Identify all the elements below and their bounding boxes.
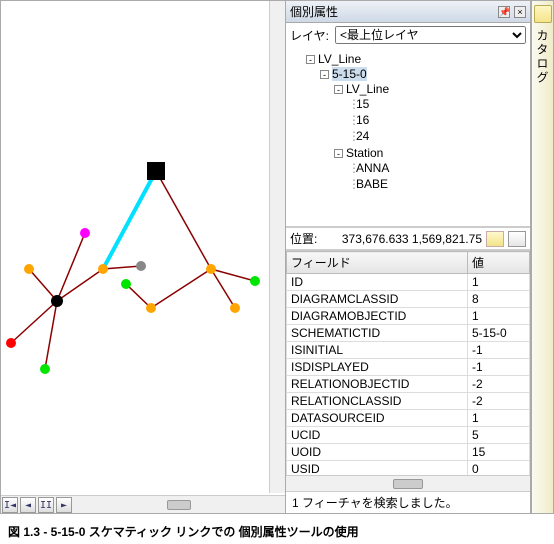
zoom-icon[interactable] xyxy=(508,231,526,247)
tree-leaf[interactable]: ⋮16 xyxy=(348,112,524,128)
tree-root[interactable]: LV_Line xyxy=(318,52,361,66)
table-row[interactable]: ID1 xyxy=(287,274,530,291)
table-row[interactable]: ISDISPLAYED-1 xyxy=(287,359,530,376)
canvas-vscroll[interactable] xyxy=(269,1,285,493)
tree-leaf[interactable]: ⋮ANNA xyxy=(348,160,524,176)
canvas-hscroll[interactable] xyxy=(73,496,285,513)
tree-view[interactable]: -LV_Line -5-15-0 -LV_Line ⋮15⋮16⋮24 -Sta… xyxy=(286,47,530,227)
tree-node-lvline[interactable]: LV_Line xyxy=(346,82,389,96)
location-coords: 373,676.633 1,569,821.75 xyxy=(342,232,482,246)
tree-leaf[interactable]: ⋮15 xyxy=(348,96,524,112)
tree-leaf[interactable]: ⋮24 xyxy=(348,128,524,144)
side-tab-label[interactable]: カタログ xyxy=(534,29,551,85)
table-row[interactable]: RELATIONCLASSID-2 xyxy=(287,393,530,410)
tree-leaf[interactable]: ⋮BABE xyxy=(348,176,524,192)
panel-title: 個別属性 xyxy=(290,3,338,20)
table-row[interactable]: DIAGRAMCLASSID8 xyxy=(287,291,530,308)
close-icon[interactable]: × xyxy=(514,6,526,18)
col-value[interactable]: 値 xyxy=(467,252,529,274)
table-row[interactable]: UCID5 xyxy=(287,427,530,444)
attr-hscroll[interactable] xyxy=(286,475,530,491)
table-row[interactable]: ISINITIAL-1 xyxy=(287,342,530,359)
table-row[interactable]: RELATIONOBJECTID-2 xyxy=(287,376,530,393)
col-field[interactable]: フィールド xyxy=(287,252,468,274)
tree-node-schematic[interactable]: 5-15-0 xyxy=(332,67,367,81)
tree-node-station[interactable]: Station xyxy=(346,146,383,160)
table-row[interactable]: SCHEMATICTID5-15-0 xyxy=(287,325,530,342)
nav-next[interactable]: ► xyxy=(56,497,72,513)
status-text: 1 フィーチャを検索しました。 xyxy=(286,491,530,513)
figure-caption: 図 1.3 - 5-15-0 スケマティック リンクでの 個別属性ツールの使用 xyxy=(0,519,554,544)
nav-first[interactable]: I◄ xyxy=(2,497,18,513)
table-row[interactable]: UOID15 xyxy=(287,444,530,461)
attribute-table[interactable]: フィールド 値 ID1DIAGRAMCLASSID8DIAGRAMOBJECTI… xyxy=(286,250,530,475)
location-label: 位置: xyxy=(290,230,317,247)
table-row[interactable]: USID0 xyxy=(287,461,530,476)
nav-pause[interactable]: II xyxy=(38,497,54,513)
layer-select[interactable]: <最上位レイヤ xyxy=(335,26,526,44)
layer-label: レイヤ: xyxy=(290,27,329,44)
nav-prev[interactable]: ◄ xyxy=(20,497,36,513)
pin-icon[interactable]: 📌 xyxy=(498,6,510,18)
catalog-icon[interactable] xyxy=(534,5,552,23)
table-row[interactable]: DIAGRAMOBJECTID1 xyxy=(287,308,530,325)
table-row[interactable]: DATASOURCEID1 xyxy=(287,410,530,427)
flash-icon[interactable] xyxy=(486,231,504,247)
schematic-canvas[interactable]: I◄ ◄ II ► xyxy=(1,1,286,513)
